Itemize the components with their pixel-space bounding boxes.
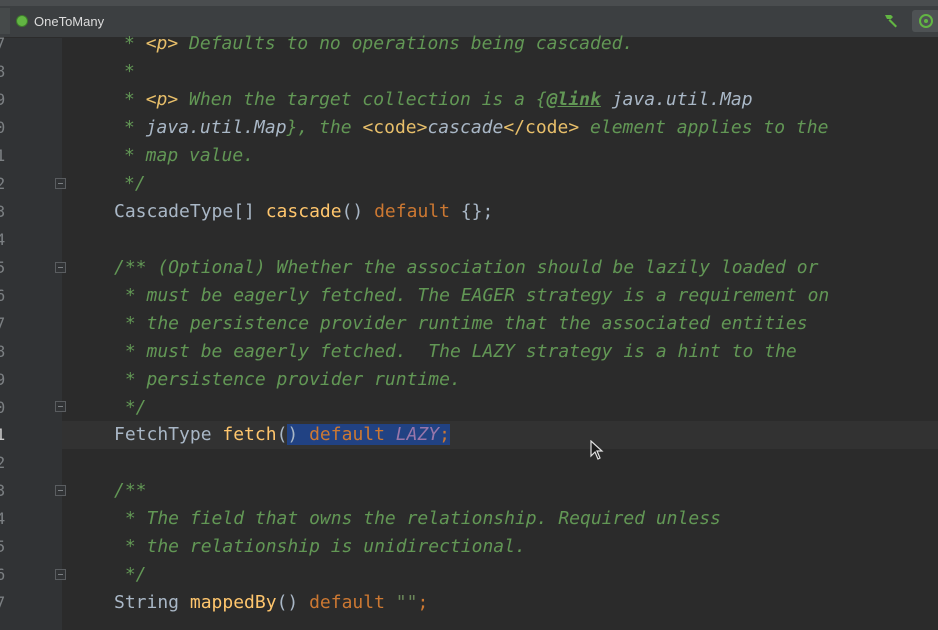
code-line-25: * the relationship is unidirectional. [114, 536, 526, 557]
code-line-11: * map value. [124, 145, 255, 166]
code-line-09: * <p> When the target collection is a {@… [124, 86, 753, 114]
method-name[interactable]: mappedBy [190, 592, 277, 613]
punctuation: ; [417, 592, 429, 613]
code-line-26: */ [114, 564, 147, 585]
comment-text: * [124, 33, 146, 54]
line-number: 27 [0, 593, 6, 612]
javadoc-tag: <p> [145, 33, 179, 54]
comment-text: Defaults to no operations being cascaded… [178, 33, 634, 54]
line-number: 25 [0, 537, 6, 556]
keyword: default [374, 201, 450, 222]
line-number: 16 [0, 286, 6, 305]
javadoc-tag: <p> [145, 89, 179, 110]
punctuation: ( [276, 424, 288, 445]
code-line-18: * must be eagerly fetched. The LAZY stra… [114, 341, 797, 362]
punctuation: ; [439, 424, 450, 445]
comment-text: * [124, 61, 135, 82]
line-number: 20 [0, 398, 6, 417]
run-config-icon[interactable] [912, 10, 938, 32]
code-word: cascade [427, 117, 504, 138]
line-number: 13 [0, 202, 6, 221]
code-line-23: /** [114, 480, 147, 501]
line-number: 17 [0, 314, 6, 333]
line-number: 26 [0, 565, 6, 584]
method-name[interactable]: fetch [222, 424, 276, 445]
line-number: 11 [0, 146, 6, 165]
mouse-cursor-icon [590, 440, 604, 460]
comment-text: * [124, 117, 146, 138]
comment-text [601, 89, 612, 110]
javadoc-reference[interactable]: java.util.Map [146, 117, 287, 138]
type-name[interactable]: FetchType [114, 424, 222, 445]
type-name[interactable]: CascadeType[] [114, 201, 266, 222]
line-number: 10 [0, 118, 6, 137]
text-selection[interactable]: ) default LAZY; [287, 424, 450, 445]
keyword: default [309, 424, 385, 445]
code-line-17: * the persistence provider runtime that … [114, 313, 808, 334]
string-literal: "" [395, 592, 418, 613]
line-number: 15 [0, 258, 6, 277]
comment-text: }, the [286, 117, 363, 138]
code-line-08: * [124, 58, 135, 86]
comment-text: When the target collection is a { [178, 89, 547, 110]
line-number: 23 [0, 481, 6, 500]
line-number: 07 [0, 34, 6, 53]
line-number: 18 [0, 342, 6, 361]
comment-text: element applies to the [579, 117, 829, 138]
code-editor[interactable]: * <p> Defaults to no operations being ca… [62, 33, 938, 630]
tab-label: OneToMany [34, 13, 105, 29]
module-icon [16, 15, 28, 27]
line-number: 19 [0, 370, 6, 389]
code-line-13: CascadeType[] cascade() default {}; [114, 198, 493, 226]
punctuation: {}; [449, 201, 494, 222]
build-hammer-icon[interactable] [882, 11, 900, 29]
code-line-27: String mappedBy() default ""; [114, 589, 428, 617]
method-name[interactable]: cascade [266, 201, 342, 222]
html-tag: <code> [362, 117, 428, 138]
line-number: 22 [0, 453, 6, 472]
code-line-24: * The field that owns the relationship. … [114, 508, 721, 529]
ide-editor-window: OneToMany 07 08 09 10 11 12 13 14 15 16 … [0, 0, 938, 630]
comment-text: * [124, 89, 146, 110]
code-line-21: FetchType fetch() default LAZY; [114, 421, 450, 449]
title-strip [0, 0, 938, 6]
punctuation: ) [287, 424, 310, 445]
line-number: 14 [0, 230, 6, 249]
punctuation: () [341, 201, 375, 222]
line-number: 09 [0, 90, 6, 109]
code-line-20: */ [114, 397, 147, 418]
line-number: 24 [0, 509, 6, 528]
html-tag: </code> [503, 117, 580, 138]
javadoc-reference[interactable]: java.util.Map [612, 89, 753, 110]
enum-constant[interactable]: LAZY [396, 424, 439, 445]
code-line-19: * persistence provider runtime. [114, 369, 461, 390]
code-line-12: */ [124, 173, 146, 194]
javadoc-link-tag[interactable]: @link [547, 89, 601, 110]
line-number-gutter[interactable]: 07 08 09 10 11 12 13 14 15 16 17 18 19 2… [0, 34, 66, 630]
line-number: 08 [0, 62, 6, 81]
punctuation: () [276, 592, 310, 613]
type-name[interactable]: String [114, 592, 190, 613]
code-line-16: * must be eagerly fetched. The EAGER str… [114, 285, 830, 306]
code-line-15: /** (Optional) Whether the association s… [114, 257, 819, 278]
code-line-07: * <p> Defaults to no operations being ca… [124, 30, 633, 58]
current-line-number: 21 [0, 425, 6, 444]
line-number: 12 [0, 174, 6, 193]
keyword: default [309, 592, 385, 613]
code-line-10: * java.util.Map}, the <code>cascade</cod… [124, 114, 828, 142]
